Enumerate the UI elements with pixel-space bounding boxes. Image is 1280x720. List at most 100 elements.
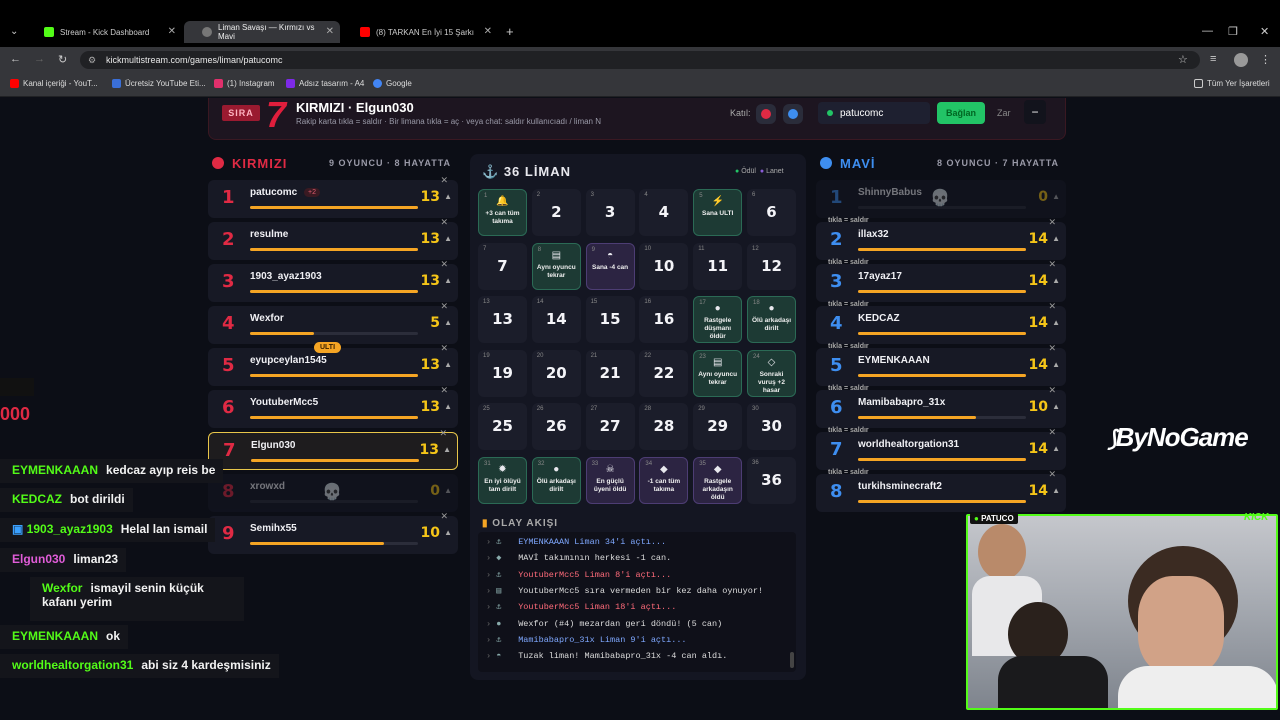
media-icon[interactable]: ≡ bbox=[1210, 53, 1216, 65]
player-row[interactable]: 3 1903_ayaz1903 13 ▲ ✕ bbox=[208, 259, 458, 302]
harbor-cell[interactable]: 35 ◆ Rastgele arkadaşın öldü bbox=[693, 457, 743, 504]
harbor-cell[interactable]: 29 29 bbox=[693, 403, 743, 451]
player-row[interactable]: 8 turkihsminecraft2 14 ▲ ✕ tıkla = saldır bbox=[816, 469, 1066, 512]
player-row[interactable]: 5 eyupceylan1545 13 ▲ ✕ ULTI bbox=[208, 342, 458, 386]
harbor-cell[interactable]: 25 25 bbox=[478, 403, 527, 451]
harbor-cell[interactable]: 9 ◓ Sana -4 can bbox=[585, 242, 635, 290]
player-row[interactable]: 6 YoutuberMcc5 13 ▲ ✕ bbox=[208, 385, 458, 428]
bookmark-item[interactable]: Google bbox=[373, 79, 412, 88]
harbor-cell[interactable]: 33 ☠ En güçlü üyeni öldü bbox=[585, 457, 635, 504]
remove-icon[interactable]: ✕ bbox=[440, 511, 448, 522]
bookmark-star-icon[interactable]: ☆ bbox=[1178, 53, 1188, 66]
remove-icon[interactable]: ✕ bbox=[440, 175, 448, 186]
player-row[interactable]: 1 ShinnyBabus 0 ▲ 💀 bbox=[816, 180, 1066, 218]
remove-icon[interactable]: ✕ bbox=[1048, 259, 1056, 270]
remove-icon[interactable]: ✕ bbox=[440, 259, 448, 270]
harbor-cell[interactable]: 19 19 bbox=[478, 349, 527, 397]
all-bookmarks[interactable]: Tüm Yer İşaretleri bbox=[1194, 79, 1270, 88]
remove-icon[interactable]: ✕ bbox=[1048, 385, 1056, 396]
join-red-button[interactable] bbox=[756, 104, 776, 124]
harbor-cell[interactable]: 15 15 bbox=[585, 296, 635, 344]
tab-youtube[interactable]: (8) TARKAN En İyi 15 Şarkı ✕ bbox=[342, 21, 498, 43]
player-row[interactable]: 9 Semihx55 10 ▲ ✕ bbox=[208, 511, 458, 554]
remove-icon[interactable]: ✕ bbox=[439, 428, 447, 439]
bookmark-item[interactable]: (1) Instagram bbox=[214, 79, 275, 88]
harbor-cell[interactable]: 21 21 bbox=[585, 349, 635, 397]
harbor-cell[interactable]: 13 13 bbox=[478, 296, 527, 344]
avatar[interactable] bbox=[1234, 53, 1248, 67]
harbor-cell[interactable]: 77 bbox=[478, 242, 527, 290]
tab-kick-dashboard[interactable]: Stream - Kick Dashboard ✕ bbox=[26, 21, 182, 43]
harbor-cell[interactable]: 22 22 bbox=[639, 349, 689, 397]
join-blue-button[interactable] bbox=[783, 104, 803, 124]
bookmark-item[interactable]: Ücretsiz YouTube Eti... bbox=[112, 79, 206, 88]
harbor-cell[interactable]: 26 26 bbox=[531, 403, 581, 451]
event-feed-scrollbar[interactable] bbox=[790, 652, 794, 668]
harbor-cell[interactable]: 31 ✹ En iyi ölüyü tam dirilt bbox=[478, 457, 527, 504]
harbor-cell[interactable]: 16 16 bbox=[639, 296, 689, 344]
harbor-cell[interactable]: 17 ● Rastgele düşmanı öldür bbox=[693, 296, 743, 344]
player-row[interactable]: 3 17ayaz17 14 ▲ ✕ tıkla = saldır bbox=[816, 259, 1066, 302]
harbor-cell[interactable]: 66 bbox=[747, 189, 796, 236]
minimize-panel-button[interactable]: − bbox=[1024, 100, 1046, 124]
remove-icon[interactable]: ✕ bbox=[1048, 301, 1056, 312]
harbor-cell[interactable]: 20 20 bbox=[531, 349, 581, 397]
harbor-cell[interactable]: 18 ● Ölü arkadaşı dirilt bbox=[747, 296, 796, 344]
player-row[interactable]: 4 KEDCAZ 14 ▲ ✕ tıkla = saldır bbox=[816, 301, 1066, 344]
forward-icon[interactable]: → bbox=[34, 53, 45, 65]
close-icon[interactable]: ✕ bbox=[326, 26, 334, 37]
player-row[interactable]: 8 xrowxd 0 ▲ 💀 bbox=[208, 474, 458, 512]
player-row[interactable]: 4 Wexfor 5 ▲ ✕ bbox=[208, 301, 458, 344]
harbor-cell[interactable]: 1 🔔 +3 can tüm takıma bbox=[478, 189, 527, 236]
remove-icon[interactable]: ✕ bbox=[440, 385, 448, 396]
remove-icon[interactable]: ✕ bbox=[1048, 469, 1056, 480]
harbor-cell[interactable]: 30 30 bbox=[747, 403, 796, 451]
remove-icon[interactable]: ✕ bbox=[440, 217, 448, 228]
player-row[interactable]: 7 worldhealtorgation31 14 ▲ ✕ tıkla = saldır bbox=[816, 427, 1066, 470]
harbor-cell[interactable]: 11 11 bbox=[693, 242, 743, 290]
close-window-icon[interactable]: ✕ bbox=[1260, 25, 1269, 38]
tab-search-icon[interactable]: ⌄ bbox=[10, 26, 18, 37]
remove-icon[interactable]: ✕ bbox=[1048, 427, 1056, 438]
minimize-icon[interactable]: — bbox=[1202, 25, 1213, 37]
player-row[interactable]: 7 Elgun030 13 ▲ ✕ bbox=[208, 428, 458, 470]
dice-button[interactable]: Zar bbox=[997, 108, 1011, 118]
harbor-cell[interactable]: 34 ◆ -1 can tüm takıma bbox=[639, 457, 689, 504]
harbor-cell[interactable]: 5 ⚡ Sana ULTI bbox=[693, 189, 743, 236]
reload-icon[interactable]: ↻ bbox=[58, 53, 67, 66]
remove-icon[interactable]: ✕ bbox=[440, 301, 448, 312]
player-row[interactable]: 2 illax32 14 ▲ ✕ tıkla = saldır bbox=[816, 217, 1066, 260]
back-icon[interactable]: ← bbox=[10, 53, 21, 65]
harbor-cell[interactable]: 10 10 bbox=[639, 242, 689, 290]
harbor-cell[interactable]: 12 12 bbox=[747, 242, 796, 290]
harbor-cell[interactable]: 36 36 bbox=[747, 457, 796, 504]
player-row[interactable]: 6 Mamibabapro_31x 10 ▲ ✕ tıkla = saldır bbox=[816, 385, 1066, 428]
site-info-icon[interactable]: ⚙ bbox=[88, 51, 96, 69]
url-field[interactable]: ⚙ kickmultistream.com/games/liman/patuco… bbox=[80, 51, 1200, 69]
menu-icon[interactable]: ⋮ bbox=[1260, 53, 1271, 66]
bookmark-item[interactable]: Adsız tasarım - A4 bbox=[286, 79, 364, 88]
harbor-cell[interactable]: 33 bbox=[585, 189, 635, 236]
player-row[interactable]: 5 EYMENKAAAN 14 ▲ ✕ tıkla = saldır bbox=[816, 343, 1066, 386]
harbor-cell[interactable]: 27 27 bbox=[585, 403, 635, 451]
close-icon[interactable]: ✕ bbox=[168, 26, 176, 37]
remove-icon[interactable]: ✕ bbox=[1048, 343, 1056, 354]
connect-button[interactable]: Bağlan bbox=[937, 102, 985, 124]
tab-liman-savasi[interactable]: Liman Savaşı — Kırmızı vs Mavi ✕ bbox=[184, 21, 340, 43]
player-row[interactable]: 2 resulme 13 ▲ ✕ bbox=[208, 217, 458, 260]
harbor-cell[interactable]: 22 bbox=[531, 189, 581, 236]
harbor-cell[interactable]: 24 ◇ Sonraki vuruş +2 hasar bbox=[747, 349, 796, 397]
restore-icon[interactable]: ❐ bbox=[1228, 25, 1238, 38]
harbor-cell[interactable]: 28 28 bbox=[639, 403, 689, 451]
harbor-cell[interactable]: 8 ▤ Aynı oyuncu tekrar bbox=[531, 242, 581, 290]
remove-icon[interactable]: ✕ bbox=[1048, 217, 1056, 228]
harbor-cell[interactable]: 14 14 bbox=[531, 296, 581, 344]
player-row[interactable]: 1 patucomc 13 ▲ ✕ +2 bbox=[208, 175, 458, 218]
harbor-cell[interactable]: 23 ▤ Aynı oyuncu tekrar bbox=[693, 349, 743, 397]
close-icon[interactable]: ✕ bbox=[484, 26, 492, 37]
harbor-cell[interactable]: 32 ● Ölü arkadaşı dirilt bbox=[531, 457, 581, 504]
bookmark-item[interactable]: Kanal içeriği - YouT... bbox=[10, 79, 98, 88]
remove-icon[interactable]: ✕ bbox=[440, 343, 448, 354]
new-tab-icon[interactable]: + bbox=[506, 24, 514, 39]
harbor-cell[interactable]: 44 bbox=[639, 189, 689, 236]
